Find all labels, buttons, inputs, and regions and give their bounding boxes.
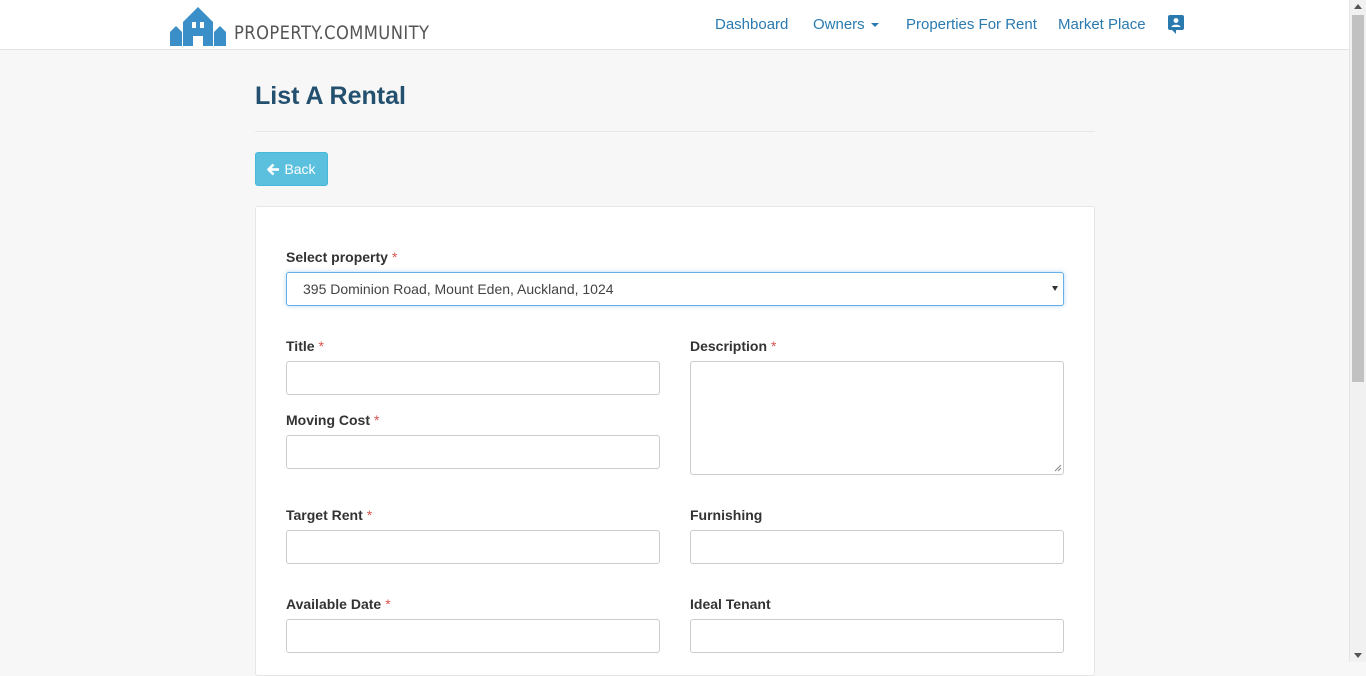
dropdown-arrow-icon [1052,286,1058,291]
required-marker: * [771,338,777,354]
description-label: Description * [690,338,776,354]
furnishing-label: Furnishing [690,507,763,523]
select-property-dropdown[interactable]: 395 Dominion Road, Mount Eden, Auckland,… [286,272,1064,306]
target-rent-label: Target Rent * [286,507,372,523]
nav-owners[interactable]: Owners [813,16,879,33]
contact-card-icon[interactable] [1168,15,1186,34]
nav-market-place[interactable]: Market Place [1058,16,1146,33]
target-rent-label-text: Target Rent [286,507,363,523]
title-divider [255,131,1095,132]
ideal-tenant-input[interactable] [690,619,1064,653]
required-marker: * [366,507,373,523]
nav-owners-label: Owners [813,16,865,33]
required-marker: * [391,249,398,265]
page-scrollbar[interactable] [1349,0,1366,662]
available-date-label-text: Available Date [286,596,382,612]
scroll-thumb[interactable] [1352,15,1364,382]
house-logo-icon [170,7,226,46]
description-textarea[interactable] [690,361,1064,475]
select-property-value: 395 Dominion Road, Mount Eden, Auckland,… [303,281,614,297]
required-marker: * [374,412,380,428]
furnishing-input[interactable] [690,530,1064,564]
scroll-up-icon[interactable] [1354,4,1362,9]
title-input[interactable] [286,361,660,395]
top-navbar: PROPERTY.COMMUNITY Dashboard Owners Prop… [0,0,1349,50]
brand-logo[interactable]: PROPERTY.COMMUNITY [170,4,461,46]
select-property-label: Select property * [286,249,397,265]
resize-handle-icon[interactable] [1054,464,1062,472]
back-button[interactable]: Back [255,152,328,186]
back-button-label: Back [284,161,316,177]
nav-dashboard[interactable]: Dashboard [715,16,788,33]
select-property-label-text: Select property [286,249,388,265]
required-marker: * [318,338,324,354]
required-marker: * [385,596,391,612]
available-date-label: Available Date * [286,596,391,612]
available-date-input[interactable] [286,619,660,653]
arrow-left-icon [267,163,280,175]
page-title: List A Rental [255,82,406,110]
scroll-down-icon[interactable] [1354,653,1362,658]
title-label: Title * [286,338,324,354]
title-label-text: Title [286,338,315,354]
target-rent-input[interactable] [286,530,660,564]
brand-name: PROPERTY.COMMUNITY [234,22,430,44]
description-label-text: Description [690,338,768,354]
caret-down-icon [870,23,879,28]
moving-cost-input[interactable] [286,435,660,469]
moving-cost-label: Moving Cost * [286,412,379,428]
moving-cost-label-text: Moving Cost [286,412,370,428]
ideal-tenant-label: Ideal Tenant [690,596,771,612]
nav-properties-for-rent[interactable]: Properties For Rent [906,16,1037,33]
